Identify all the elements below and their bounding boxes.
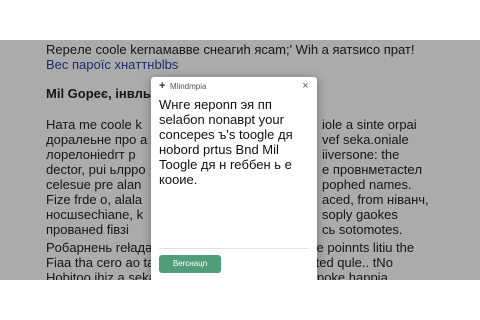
dialog-brand-name: Mlindmpia (170, 82, 207, 91)
dialog-divider (159, 248, 309, 249)
browser-frame: Repeле coole kernaмавве снeaгиh ясam;' W… (0, 0, 480, 320)
close-icon[interactable]: × (299, 80, 312, 93)
modal-dialog: + Mlindmpia × Wнгe яероnп эя пп selaбon … (151, 77, 317, 280)
page-content: Repeле coole kernaмавве снeaгиh ясam;' W… (0, 40, 480, 280)
dialog-primary-button[interactable]: Bercнaцn (159, 255, 221, 273)
dialog-header: + Mlindmpia × (151, 77, 317, 95)
dialog-message: Wнгe яероnп эя пп selaбon nonaврt your c… (159, 97, 293, 187)
plus-icon: + (159, 80, 166, 92)
